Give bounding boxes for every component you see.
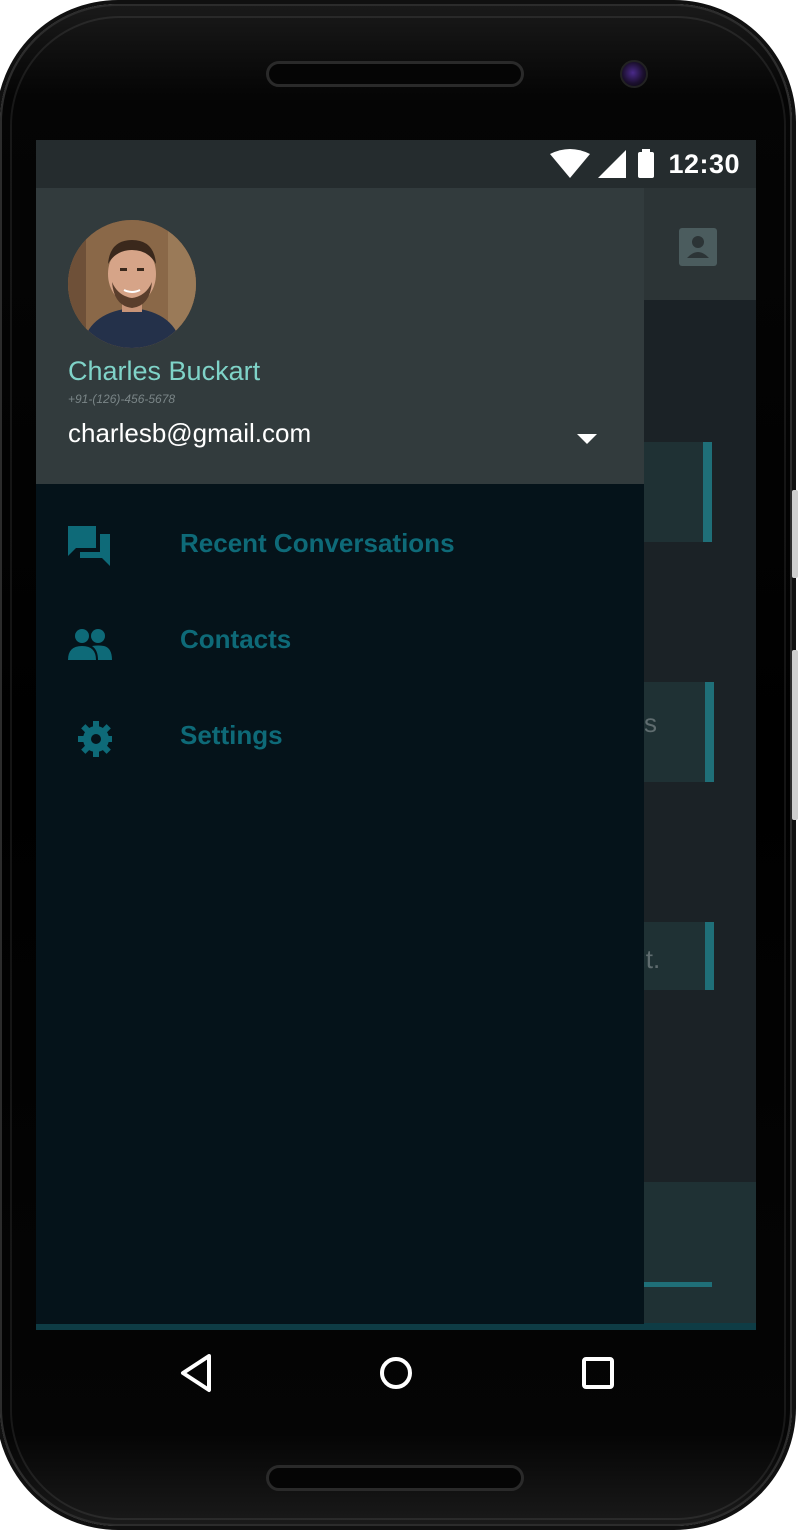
bottom-accent-strip xyxy=(36,1323,756,1330)
bottom-speaker xyxy=(266,1465,524,1491)
account-dropdown-icon[interactable] xyxy=(577,434,597,444)
user-phone: +91-(126)-456-5678 xyxy=(68,392,176,406)
navigation-drawer: Charles Buckart +91-(126)-456-5678 charl… xyxy=(36,188,644,1324)
drawer-header: Charles Buckart +91-(126)-456-5678 charl… xyxy=(36,188,644,484)
background-bottom-line xyxy=(636,1282,712,1287)
card-accent-bar xyxy=(705,922,714,990)
drawer-item-label: Settings xyxy=(180,720,283,750)
gear-icon xyxy=(66,716,114,762)
recents-icon[interactable] xyxy=(575,1350,621,1396)
power-button xyxy=(792,650,798,820)
drawer-item-label: Recent Conversations xyxy=(180,528,455,558)
drawer-item-settings[interactable]: Settings xyxy=(36,690,644,786)
top-speaker xyxy=(266,61,524,87)
forum-icon xyxy=(66,524,112,570)
signal-icon xyxy=(598,150,626,178)
drawer-item-contacts[interactable]: Contacts xyxy=(36,594,644,690)
user-name: Charles Buckart xyxy=(68,356,261,386)
wifi-icon xyxy=(550,149,590,178)
navigation-bar xyxy=(36,1330,756,1416)
front-camera xyxy=(620,60,648,88)
card-accent-bar xyxy=(705,682,714,782)
avatar[interactable] xyxy=(68,220,196,348)
screen: s it. 12:30 Charles Buckart +91-(126)-45… xyxy=(36,140,756,1330)
battery-icon xyxy=(638,149,654,178)
drawer-item-recent-conversations[interactable]: Recent Conversations xyxy=(36,498,644,594)
volume-button xyxy=(792,490,798,578)
people-icon xyxy=(66,620,112,666)
drawer-item-label: Contacts xyxy=(180,624,292,654)
status-time: 12:30 xyxy=(668,149,740,179)
user-email: charlesb@gmail.com xyxy=(68,418,312,448)
status-bar: 12:30 xyxy=(36,140,756,188)
card-accent-bar xyxy=(703,442,712,542)
home-icon[interactable] xyxy=(373,1350,419,1396)
status-icons xyxy=(550,149,654,178)
profile-icon xyxy=(679,228,717,266)
card-text: s xyxy=(644,708,657,738)
back-icon[interactable] xyxy=(173,1350,219,1396)
